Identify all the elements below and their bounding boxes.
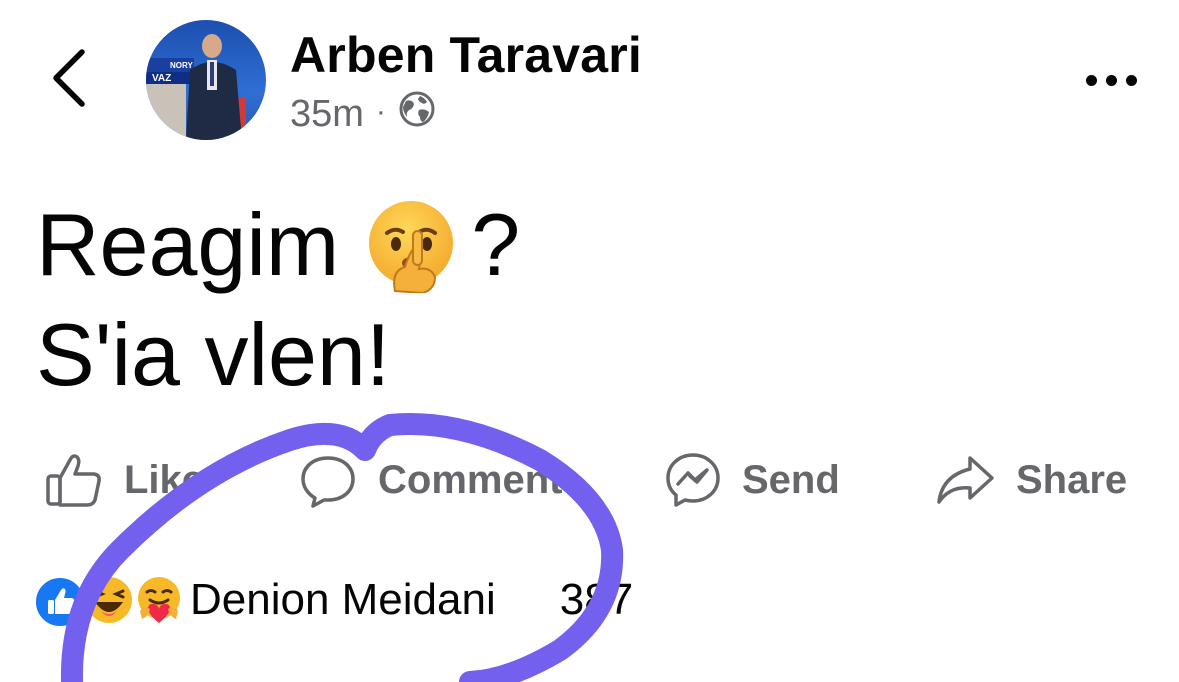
share-button[interactable]: Share xyxy=(934,448,1127,512)
author-name[interactable]: Arben Taravari xyxy=(290,26,642,84)
share-icon xyxy=(934,452,996,508)
post-line-1-text: Reagim xyxy=(36,195,340,294)
post-meta: 35m · xyxy=(290,90,436,138)
avatar[interactable]: NORY VAZ xyxy=(146,20,266,140)
send-label: Send xyxy=(742,457,840,502)
svg-text:NORY: NORY xyxy=(170,61,193,70)
comment-button[interactable]: Comment xyxy=(298,448,562,512)
share-label: Share xyxy=(1016,457,1128,502)
post-time[interactable]: 35m xyxy=(290,93,364,136)
post-line-1: Reagim ? xyxy=(36,190,520,300)
more-options-button[interactable] xyxy=(1076,60,1146,100)
post-line-1-suffix: ? xyxy=(471,195,521,294)
post-line-2: S'ia vlen! xyxy=(36,305,391,404)
comment-icon xyxy=(298,450,358,510)
reaction-top-name: Denion Meidani xyxy=(190,575,496,624)
care-reaction-icon xyxy=(134,575,184,625)
haha-reaction-icon xyxy=(84,575,134,625)
like-button[interactable]: Like xyxy=(44,448,204,512)
messenger-icon xyxy=(664,451,722,509)
like-reaction-icon xyxy=(34,576,86,628)
reaction-count: 387 xyxy=(559,575,634,624)
facebook-post: NORY VAZ Arben Taravari 35m · Reagim ? S… xyxy=(0,0,1179,682)
shushing-face-emoji-icon xyxy=(365,197,461,295)
reaction-icons xyxy=(34,574,184,628)
post-text: Reagim ? S'ia vlen! xyxy=(36,190,520,410)
chevron-left-icon xyxy=(50,48,90,113)
meta-separator: · xyxy=(375,95,386,128)
thumbs-up-icon xyxy=(44,450,104,510)
send-button[interactable]: Send xyxy=(664,448,840,512)
reactions-summary[interactable]: Denion Meidani 387 xyxy=(34,572,633,628)
like-label: Like xyxy=(124,457,205,502)
back-button[interactable] xyxy=(40,40,100,120)
svg-text:VAZ: VAZ xyxy=(152,73,171,84)
ellipsis-icon xyxy=(1085,74,1137,86)
globe-icon xyxy=(398,90,436,138)
comment-label: Comment xyxy=(378,457,563,502)
